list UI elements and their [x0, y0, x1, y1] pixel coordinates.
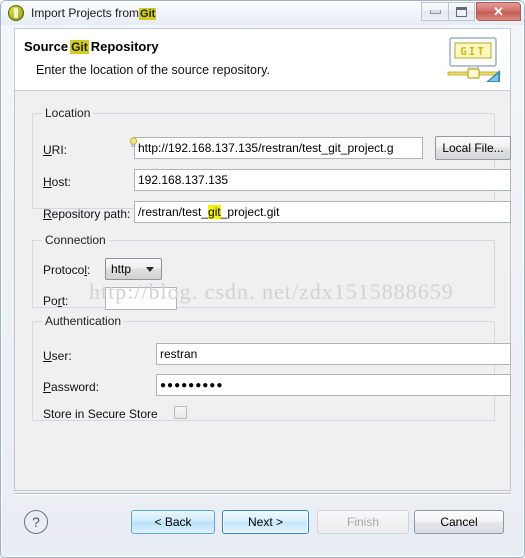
- host-value: 192.168.137.135: [138, 173, 229, 187]
- port-label: Port:: [43, 294, 69, 308]
- lightbulb-icon: [129, 137, 138, 148]
- page-title-after: Repository: [90, 39, 159, 54]
- repo-path-before: /restran/test_: [138, 205, 209, 219]
- window-title-prefix: Import Projects from: [31, 6, 140, 20]
- window-controls: ✕: [421, 2, 521, 21]
- maximize-icon: [456, 6, 467, 17]
- cancel-button-label: Cancel: [440, 515, 478, 529]
- password-value: ●●●●●●●●●: [160, 379, 224, 391]
- page-title: Source Git Repository: [24, 39, 159, 54]
- uri-value: http://192.168.137.135/restran/test_git_…: [138, 141, 394, 155]
- location-group: Location: [32, 106, 495, 209]
- page-title-before: Source: [24, 39, 69, 54]
- back-button[interactable]: < Back: [131, 510, 215, 534]
- authentication-group-label: Authentication: [42, 314, 125, 328]
- repository-path-label: Repository path:: [43, 207, 131, 221]
- protocol-label: Protocol:: [43, 263, 91, 277]
- wizard-icon: [8, 5, 24, 21]
- footer-separator: [14, 493, 511, 494]
- chevron-down-icon: [146, 267, 154, 272]
- store-in-secure-store-checkbox[interactable]: [174, 406, 187, 419]
- protocol-select[interactable]: http: [105, 258, 162, 280]
- user-label: User:: [43, 349, 72, 363]
- back-button-label: < Back: [154, 515, 192, 529]
- minimize-icon: [429, 9, 441, 14]
- uri-input[interactable]: http://192.168.137.135/restran/test_git_…: [134, 137, 423, 159]
- page-title-highlight: Git: [70, 40, 89, 54]
- repo-path-after: _project.git: [220, 205, 280, 219]
- authentication-group: Authentication: [32, 314, 495, 421]
- cancel-button[interactable]: Cancel: [414, 510, 504, 534]
- connection-group: Connection: [32, 233, 495, 308]
- host-label: Host:: [43, 175, 72, 189]
- git-banner-icon: GIT: [446, 36, 502, 84]
- password-label: Password:: [43, 380, 100, 394]
- finish-button: Finish: [317, 510, 409, 534]
- password-input[interactable]: ●●●●●●●●●: [156, 374, 511, 396]
- help-icon[interactable]: ?: [24, 510, 48, 534]
- uri-label: URI:: [43, 143, 68, 157]
- wizard-content: Location URI: http://192.168.137.135/res…: [14, 91, 511, 491]
- connection-group-label: Connection: [42, 233, 109, 247]
- protocol-value: http: [111, 262, 132, 276]
- repo-path-highlight: git: [208, 205, 221, 219]
- close-button[interactable]: ✕: [476, 2, 521, 21]
- host-input[interactable]: 192.168.137.135: [134, 169, 511, 191]
- dialog-window: Import Projects from Git ✕ Source Git Re…: [0, 0, 525, 558]
- maximize-button[interactable]: [448, 2, 475, 21]
- next-button-label: Next >: [247, 515, 283, 529]
- repository-path-input[interactable]: /restran/test_ git _project.git: [134, 201, 511, 223]
- page-description: Enter the location of the source reposit…: [36, 63, 270, 77]
- next-button[interactable]: Next >: [222, 510, 309, 534]
- minimize-button[interactable]: [421, 2, 448, 21]
- window-title-highlight: Git: [139, 8, 157, 20]
- svg-text:GIT: GIT: [460, 45, 486, 58]
- title-bar[interactable]: Import Projects from Git ✕: [1, 1, 524, 25]
- finish-button-label: Finish: [346, 515, 379, 529]
- user-input[interactable]: restran: [156, 343, 511, 365]
- local-file-button[interactable]: Local File...: [435, 136, 511, 160]
- port-input[interactable]: [105, 287, 177, 310]
- wizard-header: Source Git Repository Enter the location…: [14, 28, 511, 91]
- store-secure-label: Store in Secure Store: [43, 407, 158, 421]
- location-group-label: Location: [42, 106, 94, 120]
- user-value: restran: [160, 347, 198, 361]
- window-title: Import Projects from Git: [31, 6, 157, 20]
